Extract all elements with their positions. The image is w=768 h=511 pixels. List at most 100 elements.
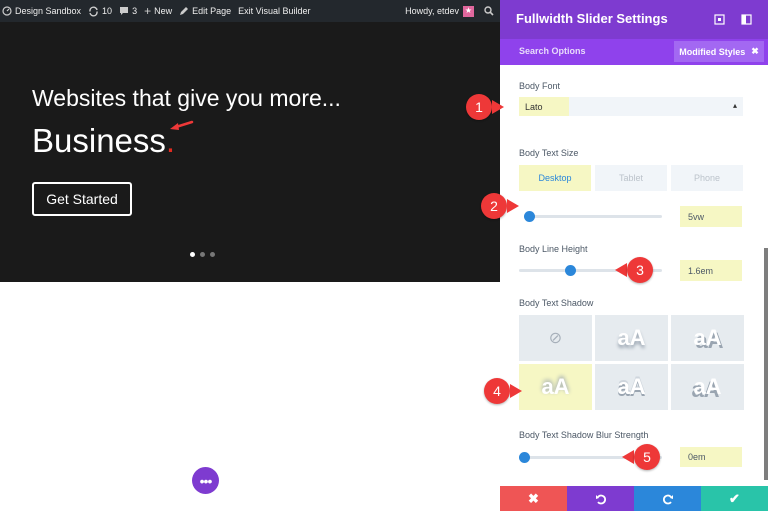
comment-icon — [120, 7, 129, 15]
callout-1: 1 — [466, 94, 504, 120]
tab-phone[interactable]: Phone — [671, 165, 743, 191]
slider-knob[interactable] — [565, 265, 577, 276]
panel-header-controls — [714, 14, 752, 25]
edit-page-label: Edit Page — [192, 6, 232, 16]
slider-pagination — [190, 252, 215, 257]
redo-icon — [662, 494, 673, 504]
callout-3: 3 — [615, 257, 653, 283]
slider-knob[interactable] — [519, 452, 530, 463]
responsive-tabs: Desktop Tablet Phone — [519, 165, 743, 191]
text-shadow-presets: ⊘ aA aA aA aA aA — [519, 315, 744, 410]
shadow-blur-label: Body Text Shadow Blur Strength — [519, 430, 649, 440]
exit-builder-label: Exit Visual Builder — [238, 6, 311, 16]
red-arrow-annotation-icon — [170, 120, 194, 130]
updates-link[interactable]: 10 — [88, 6, 112, 17]
get-started-button[interactable]: Get Started — [32, 182, 132, 216]
check-icon: ✔ — [729, 490, 740, 506]
slide-title-text: Business — [32, 122, 166, 159]
shadow-preset[interactable]: aA — [595, 315, 668, 361]
text-size-input[interactable]: 5vw — [680, 206, 742, 227]
callout-4: 4 — [484, 378, 522, 404]
dashboard-icon — [2, 6, 12, 16]
slide-dot[interactable] — [200, 252, 205, 257]
callout-number: 4 — [484, 378, 510, 404]
discard-button[interactable]: ✖ — [500, 486, 567, 511]
admin-search-button[interactable] — [484, 6, 494, 16]
callout-pointer-icon — [492, 100, 504, 114]
body-font-select[interactable]: Lato ▴ — [519, 97, 743, 116]
shadow-preset-none[interactable]: ⊘ — [519, 315, 592, 361]
shadow-preset-selected[interactable]: aA — [519, 364, 592, 410]
callout-number: 2 — [481, 193, 507, 219]
slide-dot[interactable] — [190, 252, 195, 257]
new-label: New — [154, 6, 173, 16]
wp-admin-bar: Design Sandbox 10 3 + New Edit Page Exit… — [0, 0, 500, 22]
callout-pointer-icon — [615, 263, 627, 277]
text-size-slider[interactable] — [524, 211, 662, 222]
undo-icon — [595, 494, 606, 504]
site-name-label: Design Sandbox — [15, 6, 82, 16]
comments-count: 3 — [132, 6, 138, 16]
body-font-value: Lato — [519, 97, 569, 116]
undo-button[interactable] — [567, 486, 634, 511]
panel-footer: ✖ ✔ — [500, 486, 768, 511]
body-font-label: Body Font — [519, 81, 561, 91]
panel-header: Fullwidth Slider Settings — [500, 0, 768, 39]
expand-icon[interactable] — [714, 14, 725, 25]
plus-icon: + — [144, 4, 152, 18]
shadow-preset[interactable]: aA — [595, 364, 668, 410]
tab-desktop[interactable]: Desktop — [519, 165, 591, 191]
body-text-size-label: Body Text Size — [519, 148, 579, 158]
save-button[interactable]: ✔ — [701, 486, 768, 511]
line-height-input[interactable]: 1.6em — [680, 260, 742, 281]
search-icon — [484, 6, 494, 16]
panel-scrollbar[interactable] — [764, 248, 768, 480]
shadow-preset[interactable]: aA — [671, 315, 744, 361]
body-text-shadow-label: Body Text Shadow — [519, 298, 594, 308]
callout-pointer-icon — [510, 384, 522, 398]
avatar[interactable]: ★ — [463, 5, 474, 17]
split-view-icon[interactable] — [741, 14, 752, 25]
modified-styles-label: Modified Styles — [679, 46, 746, 57]
panel-filter-bar: Search Options Modified Styles ✖ — [500, 39, 768, 65]
body-line-height-label: Body Line Height — [519, 244, 588, 254]
slide-title: Business. — [32, 122, 175, 160]
shadow-preset[interactable]: aA — [671, 364, 744, 410]
settings-panel: Fullwidth Slider Settings Search Options… — [500, 0, 768, 511]
greeting-label[interactable]: Howdy, etdev — [405, 6, 459, 16]
callout-pointer-icon — [622, 450, 634, 464]
updates-count: 10 — [102, 6, 113, 16]
visual-builder-screen: Design Sandbox 10 3 + New Edit Page Exit… — [0, 0, 768, 511]
add-section-button[interactable]: ••• — [192, 467, 219, 494]
comments-link[interactable]: 3 — [119, 6, 137, 16]
site-name-link[interactable]: Design Sandbox — [2, 6, 81, 16]
account-area: Howdy, etdev ★ — [405, 0, 494, 22]
slider-knob[interactable] — [524, 211, 535, 222]
search-options-button[interactable]: Search Options — [519, 46, 586, 56]
select-arrows-icon: ▴ — [732, 101, 737, 110]
close-icon: ✖ — [528, 490, 539, 506]
no-shadow-icon: ⊘ — [548, 330, 563, 347]
slide-tagline: Websites that give you more... — [32, 85, 341, 111]
avatar-star-icon: ★ — [464, 6, 473, 15]
exit-visual-builder-link[interactable]: Exit Visual Builder — [238, 6, 310, 16]
modified-styles-filter[interactable]: Modified Styles ✖ — [674, 41, 764, 62]
callout-number: 1 — [466, 94, 492, 120]
close-filter-icon[interactable]: ✖ — [751, 46, 759, 57]
pencil-icon — [180, 7, 189, 15]
redo-button[interactable] — [634, 486, 701, 511]
panel-title: Fullwidth Slider Settings — [516, 11, 668, 26]
callout-number: 5 — [634, 444, 660, 470]
fullwidth-slider: Websites that give you more... Business.… — [0, 22, 500, 282]
edit-page-link[interactable]: Edit Page — [179, 6, 231, 16]
tab-tablet[interactable]: Tablet — [595, 165, 667, 191]
slide-dot[interactable] — [210, 252, 215, 257]
more-dots-icon: ••• — [199, 472, 213, 489]
new-content-link[interactable]: + New — [144, 4, 172, 18]
callout-pointer-icon — [507, 199, 519, 213]
callout-number: 3 — [627, 257, 653, 283]
callout-5: 5 — [622, 444, 660, 470]
updates-icon — [89, 6, 98, 16]
shadow-blur-input[interactable]: 0em — [680, 447, 742, 467]
callout-2: 2 — [481, 193, 519, 219]
